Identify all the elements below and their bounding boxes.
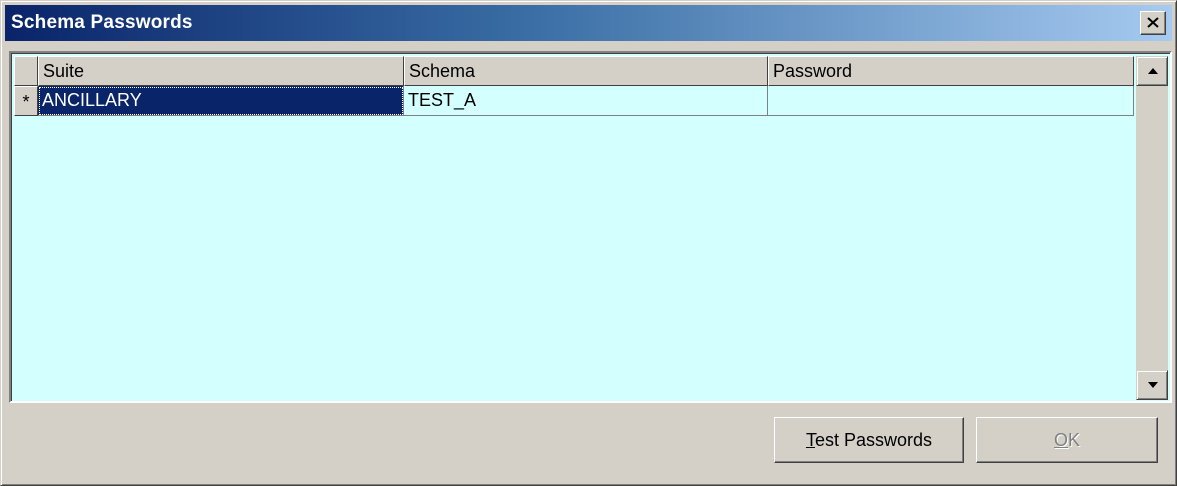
schema-password-grid[interactable]: Suite Schema Password * ANCILLARY TEST_A (9, 51, 1172, 403)
arrow-up-icon (1148, 68, 1158, 74)
scroll-track[interactable] (1136, 86, 1168, 370)
cell-schema[interactable]: TEST_A (404, 86, 768, 116)
window-title: Schema Passwords (11, 12, 193, 33)
ok-label: K (1068, 430, 1081, 450)
cell-suite[interactable]: ANCILLARY (38, 86, 404, 116)
close-icon (1147, 17, 1159, 28)
test-passwords-label: est Passwords (814, 430, 933, 450)
test-passwords-button[interactable]: Test Passwords (774, 417, 964, 463)
ok-button[interactable]: OK (976, 417, 1158, 463)
arrow-down-icon (1148, 382, 1158, 388)
column-header-suite[interactable]: Suite (38, 56, 404, 86)
grid-corner-cell[interactable] (14, 56, 38, 86)
ok-mnemonic: O (1053, 430, 1068, 450)
new-row-indicator: * (22, 92, 30, 112)
row-selector[interactable]: * (14, 86, 38, 116)
scroll-up-button[interactable] (1136, 56, 1168, 86)
column-header-schema[interactable]: Schema (404, 56, 768, 86)
title-bar[interactable]: Schema Passwords (5, 5, 1172, 41)
close-button[interactable] (1140, 11, 1166, 35)
scroll-down-button[interactable] (1136, 370, 1168, 400)
vertical-scrollbar[interactable] (1136, 56, 1168, 400)
cell-password[interactable] (768, 86, 1134, 116)
schema-passwords-dialog: Schema Passwords Suite Schema Password *… (0, 0, 1177, 486)
test-passwords-mnemonic: T (805, 430, 815, 450)
column-header-password[interactable]: Password (768, 56, 1134, 86)
